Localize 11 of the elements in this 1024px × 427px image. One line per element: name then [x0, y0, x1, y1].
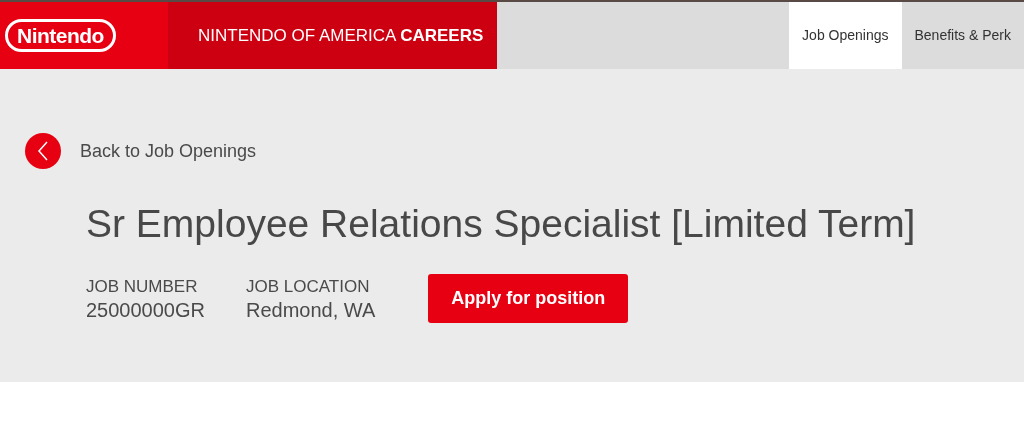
logo[interactable]: Nintendo [5, 19, 116, 52]
nav-tab[interactable]: Job Openings [789, 2, 902, 69]
back-link[interactable]: Back to Job Openings [80, 137, 257, 165]
job-title: Sr Employee Relations Specialist [Limited Term] [85, 201, 917, 247]
field-label: JOB NUMBER [86, 275, 199, 298]
field-label: JOB LOCATION [246, 275, 371, 298]
field-value: Redmond, WA [246, 297, 376, 322]
field-value: 25000000GR [86, 297, 205, 322]
apply-button[interactable]: Apply for position [428, 274, 629, 323]
back-icon[interactable] [25, 133, 61, 169]
site-title: NINTENDO OF AMERICA CAREERS [198, 24, 484, 47]
